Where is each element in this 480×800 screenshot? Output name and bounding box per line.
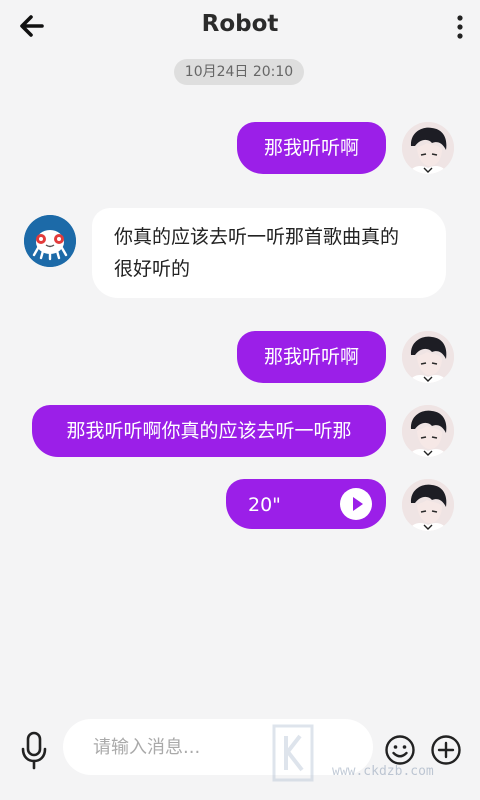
- avatar-image: [402, 479, 454, 531]
- voice-message-bubble[interactable]: 20": [226, 479, 386, 529]
- avatar-image: [402, 122, 454, 174]
- message-text: 那我听听啊: [263, 137, 359, 159]
- avatar-image: [402, 405, 454, 457]
- play-icon: [353, 497, 363, 511]
- robot-avatar[interactable]: [24, 215, 76, 267]
- avatar-image: [402, 331, 454, 383]
- composer-bar: www.ckdzb.com: [0, 712, 480, 800]
- watermark-text: www.ckdzb.com: [332, 764, 434, 779]
- message-text: 那我听听啊你真的应该去听一听那: [66, 420, 352, 442]
- message-text: 那我听听啊: [263, 346, 359, 368]
- voice-duration: 20": [248, 494, 281, 516]
- message-bubble-incoming[interactable]: 你真的应该去听一听那首歌曲真的 很好听的: [92, 208, 446, 298]
- message-bubble-outgoing[interactable]: 那我听听啊: [237, 122, 386, 174]
- message-text-line: 很好听的: [114, 258, 191, 280]
- user-avatar[interactable]: [402, 122, 454, 174]
- message-bubble-outgoing[interactable]: 那我听听啊你真的应该去听一听那: [32, 405, 386, 457]
- message-text-line: 你真的应该去听一听那首歌曲真的: [114, 226, 400, 248]
- more-vertical-icon[interactable]: [454, 14, 466, 42]
- robot-icon: [24, 215, 76, 267]
- timestamp-chip: 10月24日 20:10: [174, 59, 304, 85]
- user-avatar[interactable]: [402, 405, 454, 457]
- page-title: Robot: [201, 11, 279, 37]
- user-avatar[interactable]: [402, 479, 454, 531]
- message-bubble-outgoing[interactable]: 那我听听啊: [237, 331, 386, 383]
- play-button[interactable]: [340, 488, 372, 520]
- top-bar: Robot: [0, 0, 480, 52]
- plus-circle-icon[interactable]: [430, 734, 462, 766]
- smiley-icon[interactable]: [384, 734, 416, 766]
- user-avatar[interactable]: [402, 331, 454, 383]
- microphone-icon[interactable]: [18, 730, 50, 770]
